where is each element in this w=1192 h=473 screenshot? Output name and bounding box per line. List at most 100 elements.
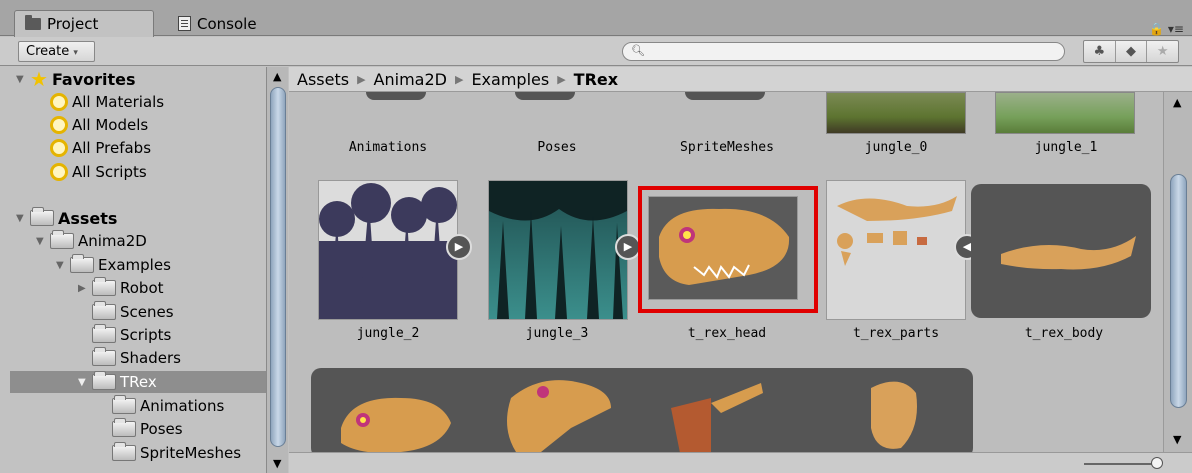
folder-thumb-animations[interactable] [366,92,426,100]
breadcrumb-anima2d[interactable]: Anima2D [374,70,447,89]
breadcrumb-examples[interactable]: Examples [471,70,549,89]
favorite-all-materials[interactable]: All Materials [50,91,164,113]
breadcrumb-trex[interactable]: TRex [574,70,618,89]
tree-scrollbar[interactable]: ▲ ▼ [266,67,288,473]
selection-highlight [638,186,818,313]
tree-item-label: Poses [140,420,183,438]
image-thumb-jungle-1[interactable] [995,92,1135,134]
tab-project[interactable]: Project [14,10,154,37]
star-icon[interactable]: ★ [1147,41,1178,62]
tab-bar: Project Console 🔒 ▾≡ [0,0,1192,37]
expand-arrow-icon[interactable]: ▼ [16,213,26,224]
asset-grid: Animations Poses SpriteMeshes jungle_0 j… [289,92,1163,452]
expanded-sprite-strip[interactable] [311,368,973,452]
folder-icon [92,347,116,366]
tree-item-label: Examples [98,256,171,274]
tag-icon[interactable]: ◆ [1116,41,1148,62]
sprite-strip-image [341,380,917,452]
jungle-dark-image [489,181,627,319]
breadcrumb: Assets ▶ Anima2D ▶ Examples ▶ TRex [289,67,1192,92]
expand-arrow-icon[interactable]: ▼ [78,377,88,388]
search-input[interactable]: 🔍︎ [622,42,1065,61]
asset-label-spritemeshes: SpriteMeshes [680,140,774,155]
asset-label-t-rex-parts: t_rex_parts [852,326,940,341]
tree-item-anima2d[interactable]: ▼ Anima2D [36,230,147,252]
t-rex-body-image [1001,236,1136,270]
t-rex-parts-image [837,196,957,266]
breadcrumb-separator-icon: ▶ [357,72,366,86]
tab-project-label: Project [47,15,99,33]
expand-arrow-icon[interactable]: ▼ [56,260,66,271]
asset-label-poses: Poses [537,140,577,155]
image-thumb-jungle-3[interactable] [488,180,628,320]
grid-scroll-thumb[interactable] [1170,174,1187,408]
assets-label: Assets [58,208,118,228]
star-icon: ★ [30,67,48,91]
folder-icon [92,301,116,320]
favorite-all-models[interactable]: All Models [50,114,148,136]
breadcrumb-separator-icon: ▶ [454,72,464,86]
tree-item-poses[interactable]: Poses [112,418,183,440]
asset-label-jungle-0: jungle_0 [864,140,928,155]
create-button-label: Create [26,44,70,59]
tab-console[interactable]: Console [168,10,278,37]
folder-icon [70,254,94,273]
favorite-label: All Scripts [72,163,147,181]
tree-item-examples[interactable]: ▼ Examples [56,254,171,276]
folder-icon [92,371,116,390]
project-tree: ▼ ★ Favorites All Materials All Models A… [10,67,266,473]
dropdown-arrow-icon: ▾ [73,48,78,58]
search-icon [50,93,68,111]
tree-item-label: SpriteMeshes [140,444,242,462]
zoom-slider-track[interactable] [1084,463,1154,465]
tree-item-robot[interactable]: ▶ Robot [78,277,164,299]
tree-item-shaders[interactable]: Shaders [92,347,181,369]
search-icon [50,163,68,181]
scroll-up-icon[interactable]: ▲ [273,70,281,83]
scroll-down-icon[interactable]: ▼ [1173,433,1181,446]
sprite-thumb-t-rex-body[interactable] [971,184,1151,318]
breadcrumb-assets[interactable]: Assets [297,70,349,89]
tree-item-spritemeshes[interactable]: SpriteMeshes [112,442,241,464]
grid-scrollbar[interactable]: ▲ ▼ [1163,92,1192,452]
search-icon [50,139,68,157]
tree-item-trex[interactable]: ▼ TRex [10,371,266,393]
label-filter-icon[interactable]: ♣ [1084,41,1116,62]
play-preview-icon[interactable]: ▶ [446,234,472,260]
folder-icon [25,15,41,30]
expand-arrow-icon[interactable]: ▼ [16,74,26,85]
asset-label-jungle-1: jungle_1 [1034,140,1098,155]
filter-buttons: ♣ ◆ ★ [1083,40,1179,63]
favorite-all-scripts[interactable]: All Scripts [50,161,147,183]
image-thumb-jungle-2[interactable] [318,180,458,320]
assets-header[interactable]: ▼ Assets [16,207,117,229]
collapse-arrow-icon[interactable]: ▶ [78,283,88,294]
favorites-header[interactable]: ▼ ★ Favorites [16,68,136,90]
favorite-all-prefabs[interactable]: All Prefabs [50,137,151,159]
favorites-label: Favorites [51,69,136,89]
asset-label-animations: Animations [348,140,428,155]
lock-menu-icon[interactable]: 🔒 ▾≡ [1149,22,1184,36]
scroll-up-icon[interactable]: ▲ [1173,96,1181,109]
asset-label-jungle-2: jungle_2 [356,326,420,341]
favorite-label: All Models [72,116,149,134]
tree-item-label: Shaders [120,349,181,367]
tree-item-label: Scenes [120,303,174,321]
create-button[interactable]: Create ▾ [18,41,95,62]
tree-scroll-thumb[interactable] [270,87,286,447]
tree-item-scenes[interactable]: Scenes [92,301,174,323]
tree-item-scripts[interactable]: Scripts [92,324,171,346]
tree-item-label: Scripts [120,326,172,344]
expand-arrow-icon[interactable]: ▼ [36,236,46,247]
folder-thumb-spritemeshes[interactable] [685,92,765,100]
scroll-down-icon[interactable]: ▼ [273,457,281,470]
zoom-slider-handle[interactable] [1151,457,1163,469]
tree-item-label: Animations [140,397,225,415]
sprite-thumb-t-rex-parts[interactable] [826,180,966,320]
image-thumb-jungle-0[interactable] [826,92,966,134]
search-icon: 🔍︎ [631,44,645,57]
console-icon [178,16,191,31]
tree-item-animations[interactable]: Animations [112,395,224,417]
breadcrumb-separator-icon: ▶ [557,72,566,86]
folder-thumb-poses[interactable] [515,92,575,100]
